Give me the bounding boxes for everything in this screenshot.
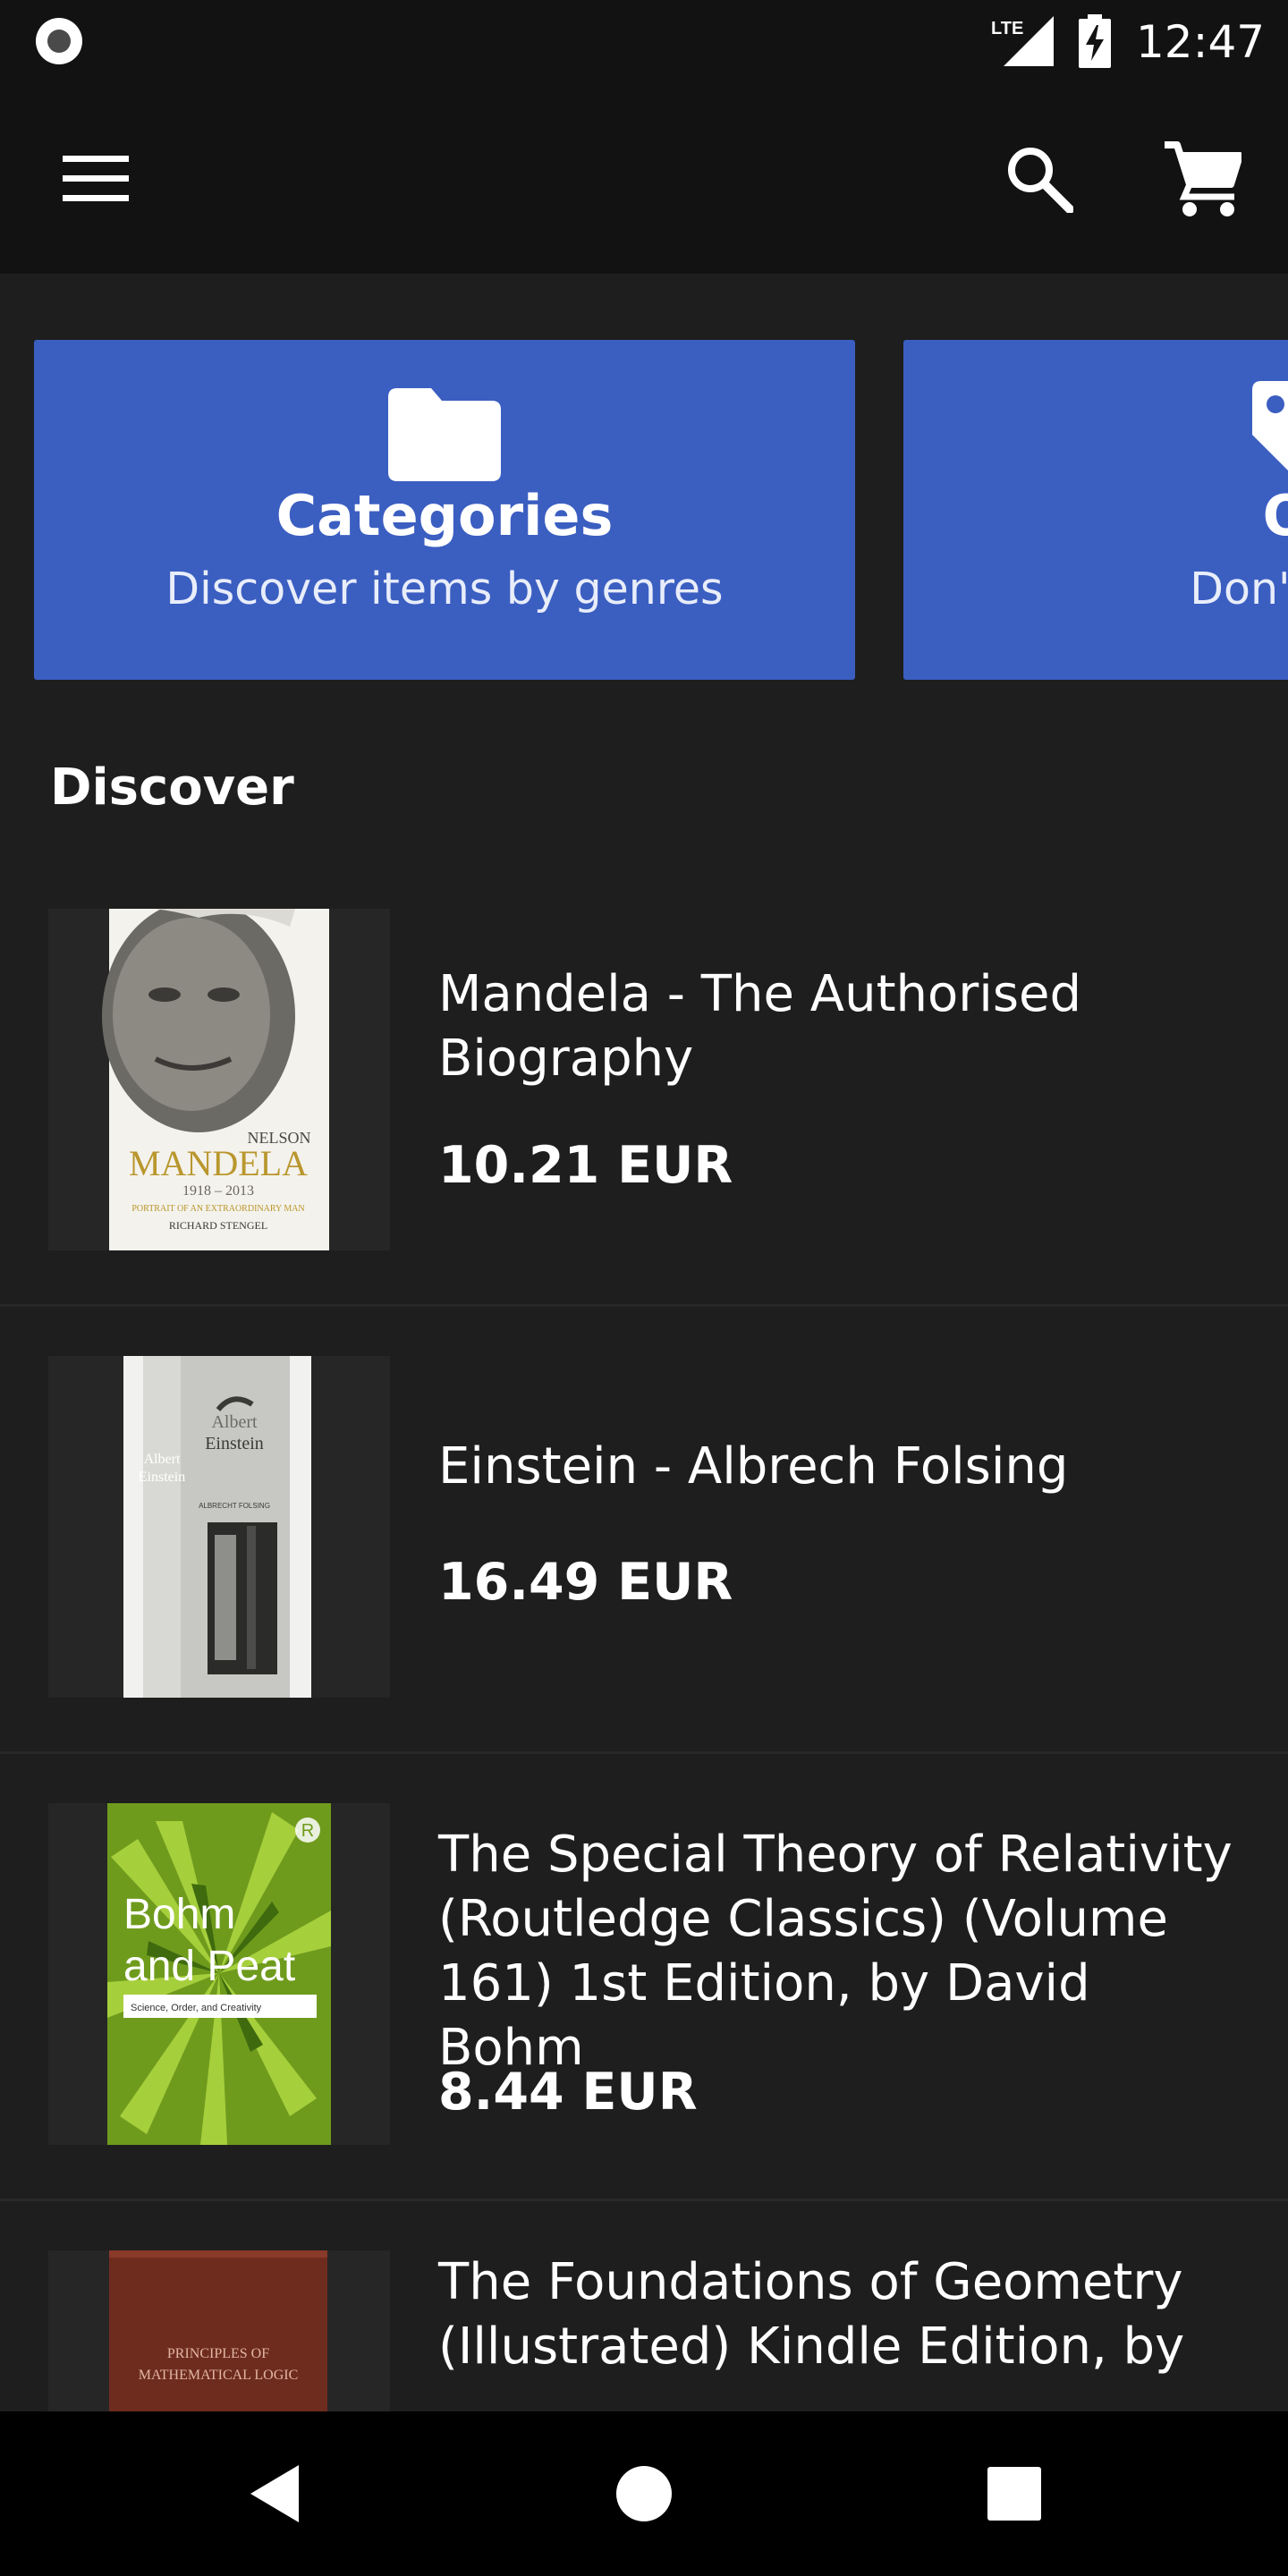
book-cover: NELSON MANDELA 1918 – 2013 PORTRAIT OF A… <box>48 909 390 1250</box>
einstein-cover-image: Albert Einstein Albert Einstein ALBRECHT… <box>48 1356 390 1698</box>
item-price: 10.21 EUR <box>438 1136 733 1195</box>
divider <box>0 1304 1288 1307</box>
cover-author: RICHARD STENGEL <box>169 1219 267 1232</box>
recent-apps-icon[interactable] <box>987 2467 1041 2521</box>
cover-subtitle: Science, Order, and Creativity <box>131 2003 262 2013</box>
home-icon[interactable] <box>615 2465 673 2522</box>
mandela-cover-image: NELSON MANDELA 1918 – 2013 PORTRAIT OF A… <box>48 909 390 1250</box>
folder-icon <box>388 388 501 481</box>
cover-spine-last: Einstein <box>139 1470 185 1485</box>
system-nav-bar <box>0 2411 1288 2576</box>
cover-spine-first: Albert <box>144 1452 181 1467</box>
back-icon[interactable] <box>247 2463 302 2524</box>
book-cover: Albert Einstein Albert Einstein ALBRECHT… <box>48 1356 390 1698</box>
item-price: 8.44 EUR <box>438 2063 698 2122</box>
item-price: 16.49 EUR <box>438 1553 733 1612</box>
categories-subtitle: Discover items by genres <box>165 564 724 614</box>
divider <box>0 1751 1288 1754</box>
battery-charging-icon <box>1079 14 1111 68</box>
item-title: The Special Theory of Relativity (Routle… <box>438 1826 1233 2077</box>
cover-face-last: Einstein <box>205 1434 264 1453</box>
cover-publisher-badge: R <box>301 1821 314 1841</box>
categories-title: Categories <box>275 483 614 548</box>
cover-title-line1: Bohm <box>123 1891 235 1938</box>
menu-icon[interactable] <box>63 154 129 204</box>
cover-title-line2: and Peat <box>123 1943 295 1990</box>
status-time: 12:47 <box>1136 16 1266 68</box>
cover-title-line1: PRINCIPLES OF <box>167 2346 269 2361</box>
cover-title-line2: MATHEMATICAL LOGIC <box>139 2368 299 2383</box>
geometry-cover-image: PRINCIPLES OF MATHEMATICAL LOGIC <box>48 2250 390 2411</box>
categories-card[interactable]: Categories Discover items by genres <box>34 340 855 680</box>
search-icon[interactable] <box>1005 145 1073 213</box>
item-title: The Foundations of Geometry (Illustrated… <box>438 2253 1185 2376</box>
cover-name-main: MANDELA <box>129 1143 308 1183</box>
app-bar <box>0 82 1288 274</box>
list-item[interactable]: R Bohm and Peat Science, Order, and Crea… <box>0 1771 1288 2200</box>
cover-author: ALBRECHT FOLSING <box>199 1502 270 1510</box>
list-item[interactable]: NELSON MANDELA 1918 – 2013 PORTRAIT OF A… <box>0 877 1288 1306</box>
cart-icon[interactable] <box>1163 140 1241 216</box>
notification-icon <box>36 18 82 64</box>
bohm-cover-image: R Bohm and Peat Science, Order, and Crea… <box>48 1803 390 2145</box>
signal-lte-icon: LTE <box>991 16 1054 66</box>
divider <box>0 2199 1288 2201</box>
tag-icon <box>1252 381 1288 470</box>
lte-label: LTE <box>991 19 1023 38</box>
item-title: Einstein - Albrech Folsing <box>438 1437 1069 1496</box>
book-cover: PRINCIPLES OF MATHEMATICAL LOGIC <box>48 2250 390 2411</box>
screen: LTE 12:47 Categories Discover items by g… <box>0 0 1288 2576</box>
list-item[interactable]: PRINCIPLES OF MATHEMATICAL LOGIC The Fou… <box>0 2218 1288 2411</box>
offers-card[interactable]: On Don't miss <box>903 340 1288 680</box>
book-cover: R Bohm and Peat Science, Order, and Crea… <box>48 1803 390 2145</box>
offers-subtitle: Don't miss <box>1190 564 1288 614</box>
cover-tagline: PORTRAIT OF AN EXTRAORDINARY MAN <box>131 1204 304 1214</box>
status-bar: LTE 12:47 <box>0 0 1288 82</box>
section-title: Discover <box>50 758 294 817</box>
offers-title: On <box>1262 483 1288 548</box>
item-title: Mandela - The Authorised Biography <box>438 965 1082 1088</box>
list-item[interactable]: Albert Einstein Albert Einstein ALBRECHT… <box>0 1324 1288 1753</box>
cover-years: 1918 – 2013 <box>182 1183 254 1199</box>
cover-face-first: Albert <box>211 1412 258 1432</box>
